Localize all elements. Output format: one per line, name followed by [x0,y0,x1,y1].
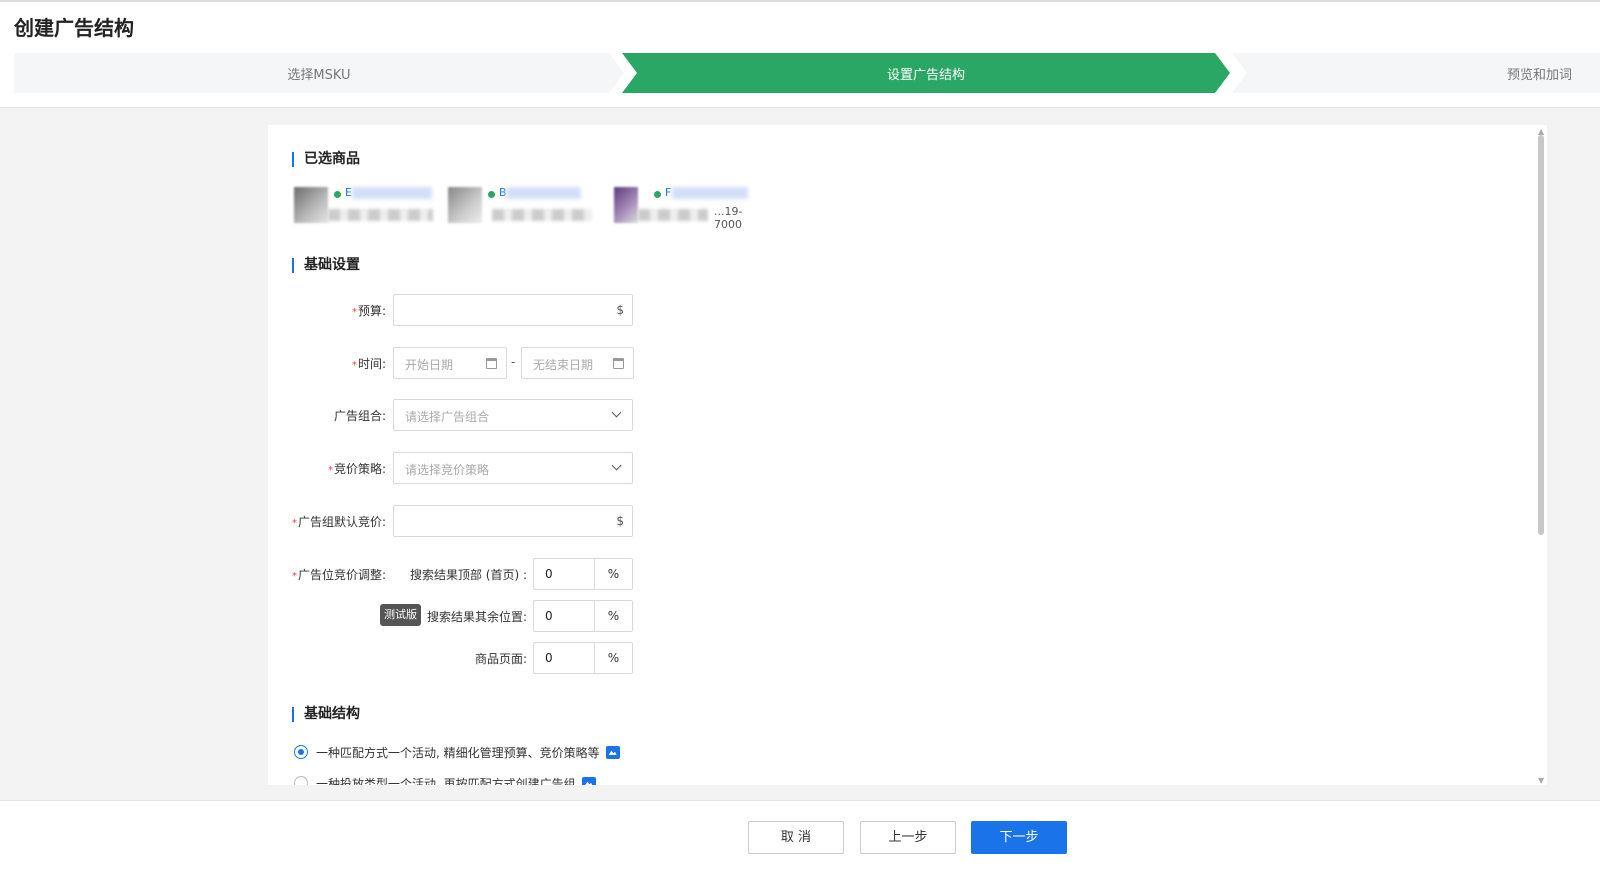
step-label: 设置广告结构 [886,67,965,83]
product-card[interactable]: F ...19-7000 [614,185,756,231]
top-of-search-label: 搜索结果顶部 (首页) : [409,568,527,582]
start-date-placeholder: 开始日期 [405,358,454,372]
scroll-down-icon[interactable]: ▼ [1538,776,1544,785]
label-text: 竞价策略: [333,462,386,476]
calendar-icon [486,358,497,369]
chevron-down-icon [611,460,622,471]
step-preview-keywords[interactable]: 预览和加词 [1232,53,1600,93]
step-set-structure[interactable]: 设置广告结构 [622,53,1230,93]
status-dot-icon [334,191,341,198]
section-title-basic-structure: 基础结构 [292,707,360,722]
required-icon: * [351,360,357,371]
structure-option-radio-targeting-type[interactable] [294,776,308,785]
product-image [448,187,482,223]
beta-badge: 测试版 [380,604,421,626]
product-card[interactable]: E [294,185,436,225]
scrollbar[interactable]: ▲ ▼ [1535,125,1547,785]
blurred-sku [492,209,592,221]
blurred-sku [328,209,433,221]
blurred-asin [352,187,432,199]
ad-portfolio-placeholder: 请选择广告组合 [405,410,490,424]
rest-of-search-label: 搜索结果其余位置: [426,610,527,624]
default-bid-input[interactable]: $ [393,505,633,537]
status-dot-icon [488,191,495,198]
product-page-input[interactable]: 0 % [533,642,633,674]
form-card: 已选商品 E B F ...19-7000 基础设置 *预算: $ *时间: 开… [268,125,1535,785]
scroll-thumb[interactable] [1538,135,1544,535]
end-date-input[interactable]: 无结束日期 [521,347,634,379]
step-progress: 选择MSKU 设置广告结构 预览和加词 [14,53,1600,93]
product-page-label: 商品页面: [474,652,527,666]
page-title: 创建广告结构 [14,16,134,40]
step-label: 预览和加词 [1506,67,1572,83]
default-bid-label: *广告组默认竞价: [292,513,386,530]
product-asin[interactable]: F [665,186,671,199]
product-image [294,187,328,223]
currency-suffix: $ [616,303,624,317]
product-asin[interactable]: E [345,186,352,199]
percent-suffix: % [594,643,632,673]
footer-bar: 取 消 上一步 下一步 [0,800,1600,882]
blurred-asin [506,187,581,199]
required-icon: * [291,571,297,582]
image-preview-icon[interactable] [581,777,596,785]
time-label: *时间: [352,355,386,372]
calendar-icon [613,358,624,369]
top-of-search-value: 0 [545,567,553,581]
label-text: 预算: [357,304,386,318]
structure-option-radio-match-type[interactable] [294,745,308,759]
ad-portfolio-select[interactable]: 请选择广告组合 [393,399,633,431]
section-title-basic-settings: 基础设置 [292,258,360,273]
rest-of-search-value: 0 [545,609,553,623]
previous-step-button[interactable]: 上一步 [860,821,956,854]
page-header: 创建广告结构 选择MSKU 设置广告结构 预览和加词 [0,0,1600,108]
percent-suffix: % [594,559,632,589]
rest-of-search-input[interactable]: 0 % [533,600,633,632]
currency-suffix: $ [616,514,624,528]
status-dot-icon [654,191,661,198]
product-page-value: 0 [545,651,553,665]
budget-input[interactable]: $ [393,294,633,326]
required-icon: * [327,465,333,476]
structure-option-label[interactable]: 一种投放类型一个活动, 再按匹配方式创建广告组 [316,775,596,785]
label-text: 广告位竞价调整: [297,568,386,582]
blurred-asin [672,187,748,199]
product-card[interactable]: B [448,185,600,225]
end-date-placeholder: 无结束日期 [533,358,594,372]
label-text: 广告组默认竞价: [297,515,386,529]
placement-bid-label: *广告位竞价调整: [292,566,386,583]
product-sku: ...19-7000 [714,205,743,231]
start-date-input[interactable]: 开始日期 [393,347,507,379]
next-step-button[interactable]: 下一步 [971,821,1067,854]
required-icon: * [351,307,357,318]
step-label: 选择MSKU [287,67,351,83]
percent-suffix: % [594,601,632,631]
top-of-search-input[interactable]: 0 % [533,558,633,590]
step-select-msku[interactable]: 选择MSKU [14,53,624,93]
bid-strategy-select[interactable]: 请选择竞价策略 [393,452,633,484]
ad-portfolio-label: 广告组合: [333,409,386,423]
required-icon: * [291,518,297,529]
structure-option-label[interactable]: 一种匹配方式一个活动, 精细化管理预算、竞价策略等 [316,744,620,761]
blurred-sku [638,209,708,221]
chevron-down-icon [611,407,622,418]
bid-strategy-placeholder: 请选择竞价策略 [405,463,490,477]
cancel-button[interactable]: 取 消 [748,821,844,854]
date-separator: - [511,355,516,369]
option-text: 一种匹配方式一个活动, 精细化管理预算、竞价策略等 [316,746,600,760]
label-text: 时间: [357,357,386,371]
option-text: 一种投放类型一个活动, 再按匹配方式创建广告组 [316,777,576,785]
product-image [614,187,638,223]
budget-label: *预算: [352,302,386,319]
section-title-selected-products: 已选商品 [292,152,360,167]
bid-strategy-label: *竞价策略: [328,460,386,477]
image-preview-icon[interactable] [605,746,620,759]
